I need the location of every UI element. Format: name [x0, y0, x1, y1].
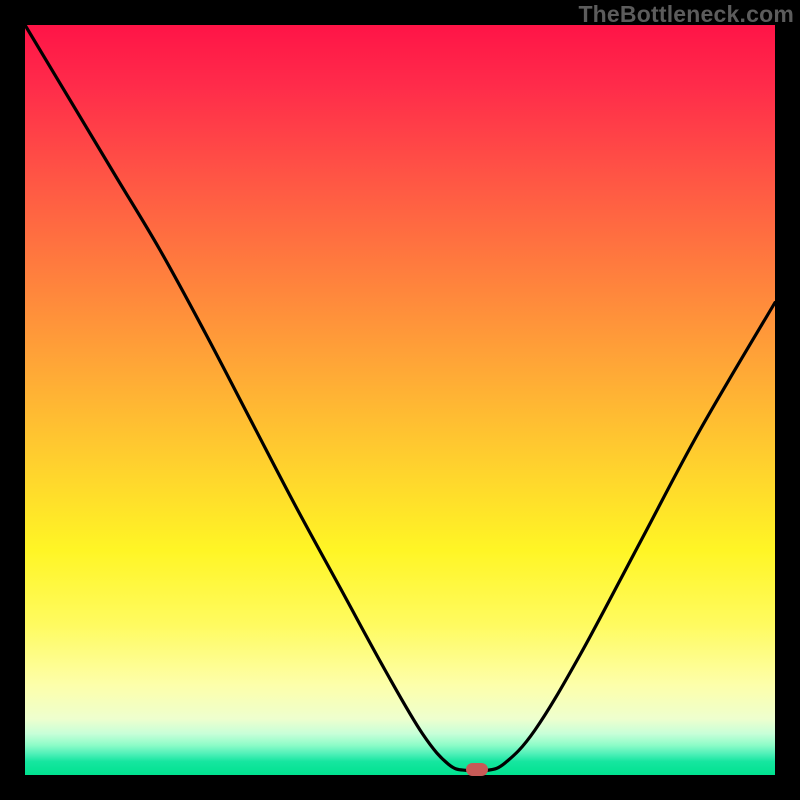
bottleneck-marker	[466, 763, 488, 776]
chart-frame: TheBottleneck.com	[0, 0, 800, 800]
plot-area	[25, 25, 775, 775]
bottleneck-curve	[25, 25, 775, 775]
watermark-text: TheBottleneck.com	[578, 1, 794, 28]
